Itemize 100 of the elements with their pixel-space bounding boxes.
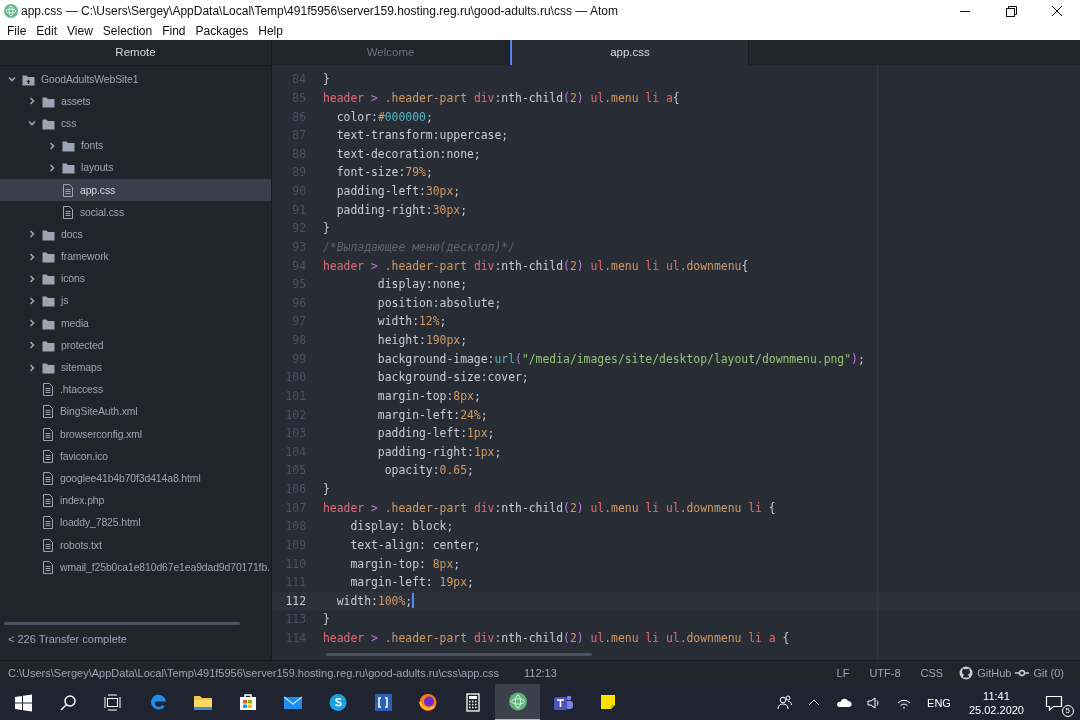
tree-item[interactable]: index.php (0, 489, 271, 512)
clock-date[interactable]: 25.02.2020 (968, 702, 1024, 717)
atom-logo-icon (4, 4, 18, 18)
file-name: assets (61, 95, 91, 107)
file-icon (42, 405, 54, 419)
code-line: width:100%; (335, 593, 413, 608)
menu-item[interactable]: Selection (97, 24, 158, 38)
cursor-position[interactable]: 112:13 (524, 666, 557, 679)
chevron-right-icon[interactable] (28, 319, 36, 328)
panel-tab[interactable]: Remote (0, 40, 271, 65)
folder-icon (62, 139, 75, 153)
code-line: header > .header-part div:nth-child(2) ul.menu li ul.downmenu li { (323, 500, 776, 515)
menu-item[interactable]: File (2, 24, 32, 38)
menu-item[interactable]: Edit (31, 24, 63, 38)
code-line: margin-top:8px; (376, 388, 481, 403)
folder-icon (42, 272, 55, 286)
code-line: color:#000000; (335, 109, 433, 124)
file-icon (42, 427, 54, 441)
tree-item[interactable]: protected (0, 334, 271, 357)
chevron-right-icon[interactable] (48, 141, 56, 150)
tree-item[interactable]: robots.txt (0, 533, 271, 557)
tree-item[interactable]: docs (0, 223, 271, 246)
tree-item[interactable]: googlee41b4b70f3d414a8.html (0, 467, 271, 490)
people-icon[interactable] (775, 693, 794, 712)
text-cursor (412, 593, 415, 609)
tree-item[interactable]: layouts (0, 156, 271, 179)
tree-item[interactable]: BingSiteAuth.xml (0, 400, 271, 423)
clock-time[interactable]: 11:41 (983, 688, 1010, 703)
code-line: text-decoration:none; (335, 146, 481, 161)
tree-item[interactable]: icons (0, 267, 271, 290)
code-line: text-align: center; (349, 537, 481, 552)
code-line: display: block; (349, 519, 454, 534)
file-name: app.css (80, 184, 116, 196)
tree-item[interactable]: favicon.ico (0, 445, 271, 468)
file-icon (42, 516, 54, 530)
menu-item[interactable]: Help (253, 24, 288, 38)
file-name: docs (61, 228, 83, 240)
logo-icon[interactable] (959, 665, 974, 680)
folder-icon (42, 294, 55, 308)
encoding[interactable]: UTF-8 (869, 666, 901, 679)
chevron-down-icon[interactable] (28, 119, 36, 128)
file-icon (42, 449, 54, 463)
tree-item[interactable]: loaddy_7825.html (0, 511, 271, 534)
file-name: .htaccess (60, 384, 103, 396)
github-label[interactable]: GitHub (977, 666, 1012, 679)
tree-item[interactable]: sitemaps (0, 356, 271, 379)
file-name: framework (61, 251, 109, 263)
chevron-right-icon[interactable] (28, 341, 36, 350)
file-name: social.css (80, 206, 125, 218)
code-line: header > .header-part div:nth-child(2) ul.menu li a{ (323, 90, 680, 105)
menu-item[interactable]: Find (157, 24, 191, 38)
file-path[interactable]: C:\Users\Sergey\AppData\Local\Temp\491f5956\server159.hosting.reg.ru\good-adults.ru\css\app.css (8, 666, 499, 679)
file-name: BingSiteAuth.xml (60, 406, 138, 418)
grammar[interactable]: CSS (920, 666, 944, 679)
chevron-right-icon[interactable] (28, 296, 36, 305)
code-line: background-image:url("/media/images/site/desktop/layout/downmenu.png"); (376, 351, 865, 366)
file-name: browserconfig.xml (60, 428, 143, 440)
code-line: text-transform:uppercase; (335, 128, 509, 143)
file-icon (62, 183, 74, 197)
code-line: padding-right:30px; (335, 202, 468, 217)
tree-item[interactable]: wmail_f25b0ca1e810d67e1ea9dad9d70171fb. (0, 556, 271, 579)
tree-item[interactable]: js (0, 289, 271, 313)
chevron-right-icon[interactable] (28, 363, 36, 372)
chevron-right-icon[interactable] (28, 230, 36, 239)
editor-tab[interactable]: app.css (510, 40, 749, 65)
code-line: } (323, 612, 330, 627)
notification-count: 5 (1061, 704, 1074, 717)
file-name: sitemaps (61, 362, 102, 374)
code-line: margin-top: 8px; (349, 556, 461, 571)
tree-item[interactable]: media (0, 312, 271, 335)
code-line: padding-left:1px; (376, 426, 495, 441)
chevron-right-icon[interactable] (48, 163, 56, 172)
file-icon (42, 538, 54, 552)
chevron-right-icon[interactable] (28, 97, 36, 106)
code-line: /*Выпадающее меню(десктоп)*/ (323, 239, 516, 254)
tree-item[interactable]: fonts (0, 134, 271, 157)
scrollbar[interactable] (326, 653, 592, 656)
taskbar-button[interactable] (495, 684, 540, 720)
tree-item[interactable]: css (0, 112, 271, 135)
tree-item[interactable]: browserconfig.xml (0, 423, 271, 446)
menu-item[interactable]: View (62, 24, 98, 38)
tree-item[interactable]: app.css (0, 178, 271, 202)
code-line: padding-left:30px; (335, 184, 461, 199)
tree-item[interactable]: GoodAdultsWebSite1 (0, 68, 271, 91)
tree-item[interactable]: assets (0, 90, 271, 113)
tree-item[interactable]: framework (0, 245, 271, 268)
chevron-right-icon[interactable] (28, 274, 36, 283)
scrollbar[interactable] (4, 622, 240, 625)
line-ending[interactable]: LF (836, 666, 850, 679)
chevron-down-icon[interactable] (8, 75, 16, 84)
chevron-right-icon[interactable] (28, 252, 36, 261)
tree-item[interactable]: social.css (0, 201, 271, 224)
menu-item[interactable]: Packages (190, 24, 254, 38)
file-name: protected (61, 339, 104, 351)
git-label[interactable]: Git (0) (1033, 666, 1064, 679)
code-line: padding-right:1px; (376, 444, 502, 459)
tree-item[interactable]: .htaccess (0, 378, 271, 401)
code-line: } (323, 72, 330, 87)
file-name: wmail_f25b0ca1e810d67e1ea9dad9d70171fb. (60, 561, 270, 573)
language-indicator[interactable]: ENG (927, 696, 951, 709)
